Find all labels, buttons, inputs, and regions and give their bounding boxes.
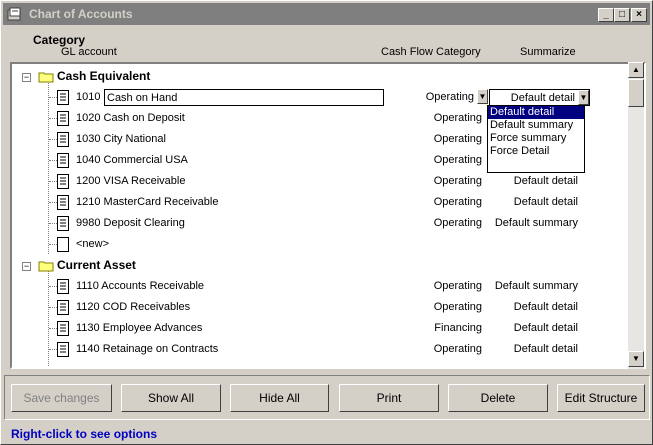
summarize-cell: Default detail: [513, 196, 578, 208]
chevron-down-icon[interactable]: ▼: [578, 90, 589, 105]
document-icon: [57, 132, 69, 147]
edit-structure-button[interactable]: Edit Structure: [557, 384, 645, 412]
document-icon: [57, 153, 69, 168]
scroll-thumb[interactable]: [628, 79, 644, 107]
cash-flow-cell: Operating: [433, 280, 482, 292]
dropdown-option-force-detail[interactable]: Force Detail: [488, 145, 584, 158]
show-all-button[interactable]: Show All: [121, 384, 221, 412]
document-icon: [57, 300, 69, 315]
account-label: 1210 MasterCard Receivable: [76, 196, 219, 208]
account-row[interactable]: 1140 Retainage on Contracts Operating De…: [12, 339, 630, 360]
cash-flow-cell: Operating: [433, 196, 482, 208]
account-label: 1140 Retainage on Contracts: [76, 343, 219, 355]
summarize-cell: Default detail: [513, 322, 578, 334]
document-icon: [57, 342, 69, 357]
dropdown-option-default-detail[interactable]: Default detail: [488, 106, 584, 119]
hide-all-button[interactable]: Hide All: [230, 384, 329, 412]
cash-flow-cell: Operating: [433, 301, 482, 313]
summarize-cell: Default detail: [513, 343, 578, 355]
save-changes-button[interactable]: Save changes: [11, 384, 112, 412]
print-button[interactable]: Print: [339, 384, 439, 412]
cash-flow-cell: Operating: [433, 133, 482, 145]
account-label: 1120 COD Receivables: [76, 301, 191, 313]
document-icon: [57, 90, 69, 105]
folder-icon: [38, 72, 54, 83]
folder-icon: [38, 261, 54, 272]
app-icon: [7, 7, 21, 21]
chart-of-accounts-window: Chart of Accounts _ □ × Category GL acco…: [0, 0, 653, 445]
account-label: 9980 Deposit Clearing: [76, 217, 185, 229]
category-row[interactable]: − Cash Equivalent: [12, 66, 630, 87]
vertical-scrollbar[interactable]: ▲ ▼: [628, 62, 644, 369]
chevron-down-icon[interactable]: ▼: [477, 89, 488, 104]
category-label: Cash Equivalent: [57, 69, 151, 83]
cash-flow-cell: Operating: [433, 175, 482, 187]
minimize-button[interactable]: _: [598, 8, 614, 22]
dropdown-option-default-summary[interactable]: Default summary: [488, 119, 584, 132]
account-row[interactable]: 1120 COD Receivables Operating Default d…: [12, 297, 630, 318]
document-icon: [57, 111, 69, 126]
cash-flow-header: Cash Flow Category: [381, 46, 481, 58]
summarize-cell: Default summary: [494, 217, 578, 229]
account-label: 1030 City National: [76, 133, 166, 145]
category-label: Current Asset: [57, 258, 136, 272]
cash-flow-cell: Financing: [434, 322, 482, 334]
blank-document-icon: [57, 237, 69, 252]
status-hint: Right-click to see options: [11, 427, 158, 441]
summarize-cell: Default summary: [494, 280, 578, 292]
cash-flow-cell: Operating: [433, 154, 482, 166]
scroll-up-arrow-icon[interactable]: ▲: [628, 62, 644, 78]
summarize-cell: Default detail: [513, 175, 578, 187]
account-label: 1110 Accounts Receivable: [76, 280, 205, 292]
summarize-cell: Default detail: [513, 301, 578, 313]
document-icon: [57, 195, 69, 210]
title-bar: Chart of Accounts _ □ ×: [3, 3, 650, 25]
category-row[interactable]: − Current Asset: [12, 255, 630, 276]
cash-flow-cell: Operating: [433, 343, 482, 355]
document-icon: [57, 174, 69, 189]
dropdown-option-force-summary[interactable]: Force summary: [488, 132, 584, 145]
account-label: 1130 Employee Advances: [76, 322, 203, 334]
gl-account-header: GL account: [61, 46, 117, 58]
summarize-header: Summarize: [520, 46, 576, 58]
cash-flow-cell: Operating: [433, 112, 482, 124]
summarize-dropdown-list[interactable]: Default detail Default summary Force sum…: [487, 105, 585, 173]
close-button[interactable]: ×: [631, 8, 647, 22]
summarize-value: Default detail: [510, 92, 575, 104]
new-account-row[interactable]: <new>: [12, 234, 630, 255]
maximize-button[interactable]: □: [614, 8, 630, 22]
document-icon: [57, 216, 69, 231]
account-name-value: Cash on Hand: [107, 92, 178, 104]
account-row[interactable]: 1210 MasterCard Receivable Operating Def…: [12, 192, 630, 213]
collapse-icon[interactable]: −: [22, 73, 31, 82]
account-row[interactable]: 1110 Accounts Receivable Operating Defau…: [12, 276, 630, 297]
window-title: Chart of Accounts: [29, 7, 133, 21]
cash-flow-cell: Operating: [433, 217, 482, 229]
account-name-input[interactable]: Cash on Hand: [104, 89, 384, 106]
account-row[interactable]: 1130 Employee Advances Financing Default…: [12, 318, 630, 339]
collapse-icon[interactable]: −: [22, 262, 31, 271]
scroll-down-arrow-icon[interactable]: ▼: [628, 351, 644, 367]
cash-flow-select[interactable]: Operating ▼: [388, 89, 488, 106]
new-account-label: <new>: [76, 238, 110, 250]
summarize-select[interactable]: Default detail ▼: [489, 89, 590, 106]
category-header: Category: [33, 33, 86, 47]
document-icon: [57, 321, 69, 336]
account-label: 1020 Cash on Deposit: [76, 112, 185, 124]
cash-flow-value: Operating: [425, 91, 474, 103]
account-number: 1010: [76, 91, 101, 103]
document-icon: [57, 279, 69, 294]
account-label: 1040 Commercial USA: [76, 154, 188, 166]
account-row[interactable]: 1200 VISA Receivable Operating Default d…: [12, 171, 630, 192]
account-row[interactable]: 9980 Deposit Clearing Operating Default …: [12, 213, 630, 234]
account-label: 1200 VISA Receivable: [76, 175, 186, 187]
delete-button[interactable]: Delete: [448, 384, 548, 412]
